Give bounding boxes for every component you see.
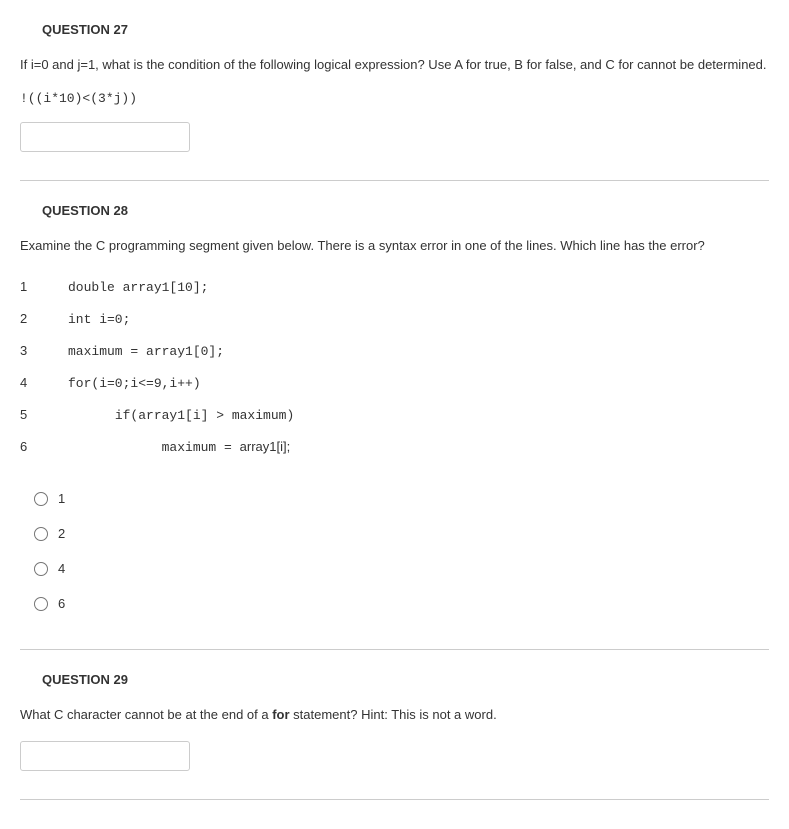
- question-28-header: QUESTION 28: [42, 203, 769, 218]
- line-code: double array1[10];: [68, 280, 208, 295]
- line-number: 1: [20, 279, 68, 294]
- line-number: 2: [20, 311, 68, 326]
- question-29: QUESTION 29 What C character cannot be a…: [20, 672, 769, 800]
- line-number: 6: [20, 439, 68, 454]
- option-label: 1: [58, 491, 65, 506]
- option-radio-6[interactable]: [34, 597, 48, 611]
- question-27-expression: !((i*10)<(3*j)): [20, 91, 769, 106]
- option-radio-1[interactable]: [34, 492, 48, 506]
- line-code: maximum = array1[i];: [68, 439, 290, 455]
- line-code: for(i=0;i<=9,i++): [68, 376, 201, 391]
- line-code: maximum = array1[0];: [68, 344, 224, 359]
- option-row: 1: [34, 481, 769, 516]
- code-line-6: 6 maximum = array1[i];: [20, 431, 769, 463]
- option-radio-4[interactable]: [34, 562, 48, 576]
- question-27-header: QUESTION 27: [42, 22, 769, 37]
- question-27-answer-input[interactable]: [20, 122, 190, 152]
- line-number: 4: [20, 375, 68, 390]
- question-28-code-block: 1 double array1[10]; 2 int i=0; 3 maximu…: [20, 271, 769, 463]
- question-27: QUESTION 27 If i=0 and j=1, what is the …: [20, 22, 769, 181]
- question-29-answer-input[interactable]: [20, 741, 190, 771]
- code-line-2: 2 int i=0;: [20, 303, 769, 335]
- option-row: 2: [34, 516, 769, 551]
- for-keyword: for: [272, 707, 289, 722]
- line-code: int i=0;: [68, 312, 130, 327]
- option-label: 4: [58, 561, 65, 576]
- question-28-options: 1 2 4 6: [34, 481, 769, 621]
- option-label: 2: [58, 526, 65, 541]
- line-number: 5: [20, 407, 68, 422]
- question-27-prompt: If i=0 and j=1, what is the condition of…: [20, 55, 769, 75]
- question-28-prompt: Examine the C programming segment given …: [20, 236, 769, 256]
- option-label: 6: [58, 596, 65, 611]
- option-row: 6: [34, 586, 769, 621]
- question-29-header: QUESTION 29: [42, 672, 769, 687]
- option-radio-2[interactable]: [34, 527, 48, 541]
- line-number: 3: [20, 343, 68, 358]
- question-28: QUESTION 28 Examine the C programming se…: [20, 203, 769, 651]
- code-line-1: 1 double array1[10];: [20, 271, 769, 303]
- question-29-prompt: What C character cannot be at the end of…: [20, 705, 769, 725]
- code-line-3: 3 maximum = array1[0];: [20, 335, 769, 367]
- line-code: if(array1[i] > maximum): [68, 408, 294, 423]
- option-row: 4: [34, 551, 769, 586]
- code-line-4: 4 for(i=0;i<=9,i++): [20, 367, 769, 399]
- code-line-5: 5 if(array1[i] > maximum): [20, 399, 769, 431]
